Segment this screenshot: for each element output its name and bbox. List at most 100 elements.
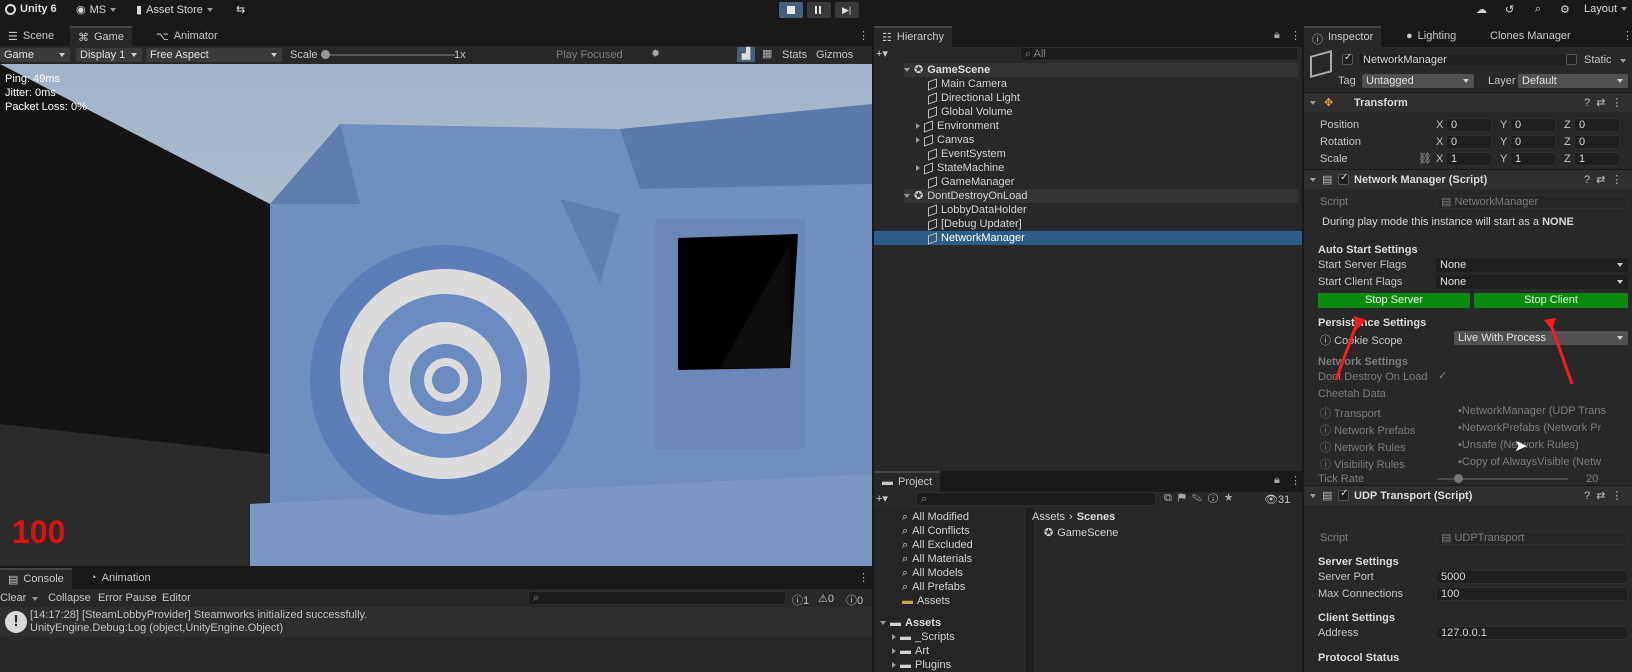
pause-button[interactable] [807, 2, 831, 18]
maximize-icon[interactable]: ▟ [737, 47, 755, 62]
component-menu-icons[interactable]: ?⇄⋮ [1584, 489, 1628, 502]
chevron-down-icon[interactable] [32, 597, 38, 601]
breadcrumb-scenes[interactable]: Scenes [1077, 510, 1116, 524]
tree-scrollbar[interactable] [1026, 508, 1034, 672]
tab-console[interactable]: ▤ Console [0, 568, 72, 589]
favorite-all-modified[interactable]: ⌕ All Modified [902, 510, 969, 524]
active-checkbox[interactable] [1342, 52, 1353, 65]
hierarchy-item-networkmanager[interactable]: NetworkManager [928, 231, 1025, 245]
more-icon[interactable]: ⋮ [1290, 29, 1301, 42]
create-button[interactable]: +▾ [876, 492, 888, 505]
aspect-dropdown[interactable]: Free Aspect [146, 48, 282, 62]
warning-count[interactable]: ⚠0 [818, 592, 834, 605]
hierarchy-item-eventsystem[interactable]: EventSystem [928, 147, 1006, 161]
tab-scene[interactable]: ☰ Scene [0, 26, 62, 47]
log-entry[interactable]: ! [14:17:28] [SteamLobbyProvider] Steamw… [0, 607, 872, 637]
more-icon[interactable]: ⋮ [858, 29, 869, 42]
version-control-icon[interactable]: ⇆ [236, 3, 245, 16]
asset-store-dropdown[interactable]: ▮ Asset Store [136, 3, 213, 16]
tab-project[interactable]: ▬ Project [874, 471, 941, 492]
lock-icon[interactable]: 🔒︎ [1274, 29, 1280, 42]
object-name-field[interactable]: NetworkManager [1358, 53, 1568, 67]
game-mode-dropdown[interactable]: Game [0, 48, 70, 62]
game-view[interactable]: Ping: 49ms Jitter: 0ms Packet Loss: 0% 1… [0, 64, 872, 566]
settings-icon[interactable]: ⚙ [1560, 3, 1570, 16]
stats-toggle[interactable]: Stats [782, 49, 807, 61]
udp-transport-header[interactable]: ▤ UDP Transport (Script) ?⇄⋮ [1304, 485, 1632, 505]
play-focused-dropdown[interactable]: Play Focused [556, 49, 623, 61]
component-enabled-checkbox[interactable] [1338, 172, 1349, 185]
add-button[interactable]: +▾ [876, 47, 888, 60]
tab-game[interactable]: ⌘ Game [70, 26, 132, 47]
more-icon[interactable]: ⋮ [1622, 29, 1632, 42]
hierarchy-item-lobbydataholder[interactable]: LobbyDataHolder [928, 203, 1027, 217]
hierarchy-item-environment[interactable]: Environment [916, 119, 999, 133]
tab-lighting[interactable]: ● Lighting [1398, 26, 1464, 47]
scale-slider-handle[interactable] [321, 50, 330, 59]
editor-dropdown[interactable]: Editor [162, 592, 191, 604]
scene-row-gamescene[interactable]: ✪ GameScene [904, 63, 1298, 77]
hierarchy-search-input[interactable]: ⌕ All [1020, 47, 1298, 61]
more-icon[interactable]: ⋮ [1290, 474, 1301, 487]
scale-z[interactable]: 1 [1574, 152, 1620, 166]
network-manager-header[interactable]: ▤ Network Manager (Script) ?⇄⋮ [1304, 169, 1632, 189]
layer-dropdown[interactable]: Default [1518, 74, 1628, 88]
console-search-input[interactable]: ⌕ [528, 591, 786, 605]
tab-inspector[interactable]: ⓘ Inspector [1304, 26, 1382, 47]
project-search-input[interactable]: ⌕ [916, 492, 1156, 506]
address-field[interactable]: 127.0.0.1 [1436, 626, 1628, 640]
static-checkbox[interactable] [1566, 54, 1577, 65]
server-port-field[interactable]: 5000 [1436, 570, 1628, 584]
project-filter-icons[interactable]: ⧉⚑✎ⓘ★ [1164, 492, 1239, 505]
tab-clones-manager[interactable]: Clones Manager [1482, 26, 1579, 47]
display-dropdown[interactable]: Display 1 [76, 48, 142, 62]
hierarchy-item-gamemanager[interactable]: GameManager [928, 175, 1014, 189]
collapse-button[interactable]: Collapse [48, 592, 91, 604]
position-y[interactable]: 0 [1510, 118, 1556, 132]
position-z[interactable]: 0 [1574, 118, 1620, 132]
favorite-all-prefabs[interactable]: ⌕ All Prefabs [902, 580, 965, 594]
favorite-all-conflicts[interactable]: ⌕ All Conflicts [902, 524, 970, 538]
favorite-assets[interactable]: ▬ Assets [902, 594, 950, 608]
component-enabled-checkbox[interactable] [1338, 488, 1349, 501]
bug-icon[interactable]: ✹ [651, 47, 660, 60]
search-icon[interactable]: ⌕ [1535, 3, 1541, 16]
hierarchy-item-statemachine[interactable]: StateMachine [916, 161, 1004, 175]
favorite-all-models[interactable]: ⌕ All Models [902, 566, 963, 580]
hierarchy-item-directional-light[interactable]: Directional Light [928, 91, 1020, 105]
more-icon[interactable]: ⋮ [858, 571, 869, 584]
scale-y[interactable]: 1 [1510, 152, 1556, 166]
tree-folder-art[interactable]: ▬ Art [892, 644, 929, 658]
link-icon[interactable]: ⛓ [1418, 152, 1432, 165]
cloud-icon[interactable]: ☁ [1476, 3, 1487, 16]
tree-folder-scripts[interactable]: ▬ _Scripts [892, 630, 955, 644]
account-dropdown[interactable]: ◉ MS [76, 3, 117, 16]
favorite-all-excluded[interactable]: ⌕ All Excluded [902, 538, 973, 552]
server-flags-dropdown[interactable]: None [1436, 258, 1628, 272]
position-x[interactable]: 0 [1446, 118, 1492, 132]
layout-dropdown[interactable]: Layout [1584, 3, 1628, 15]
lock-icon[interactable]: 🔒︎ [1274, 474, 1280, 487]
info-count[interactable]: ⓘ0 [846, 592, 863, 608]
clear-button[interactable]: Clear [0, 592, 26, 604]
transform-header[interactable]: ✥ Transform ?⇄⋮ [1304, 92, 1632, 112]
tree-assets-root[interactable]: ▬ Assets [880, 616, 941, 630]
step-button[interactable]: ▶| [835, 2, 859, 18]
gizmos-dropdown[interactable]: Gizmos [816, 49, 853, 61]
rotation-x[interactable]: 0 [1446, 135, 1492, 149]
play-button[interactable] [779, 2, 803, 18]
breadcrumb-assets[interactable]: Assets [1032, 510, 1065, 524]
scale-x[interactable]: 1 [1446, 152, 1492, 166]
hierarchy-item-main-camera[interactable]: Main Camera [928, 77, 1007, 91]
rotation-z[interactable]: 0 [1574, 135, 1620, 149]
favorite-all-materials[interactable]: ⌕ All Materials [902, 552, 972, 566]
history-icon[interactable]: ↺ [1505, 3, 1514, 16]
client-flags-dropdown[interactable]: None [1436, 275, 1628, 289]
max-connections-field[interactable]: 100 [1436, 587, 1628, 601]
rotation-y[interactable]: 0 [1510, 135, 1556, 149]
scene-row-dontdestroyonload[interactable]: ✪ DontDestroyOnLoad [904, 189, 1298, 203]
error-count[interactable]: ⓘ1 [792, 592, 809, 608]
hierarchy-item-canvas[interactable]: Canvas [916, 133, 974, 147]
hierarchy-item-debug-updater[interactable]: [Debug Updater] [928, 217, 1022, 231]
unity-menu[interactable]: Unity 6 [5, 3, 57, 15]
